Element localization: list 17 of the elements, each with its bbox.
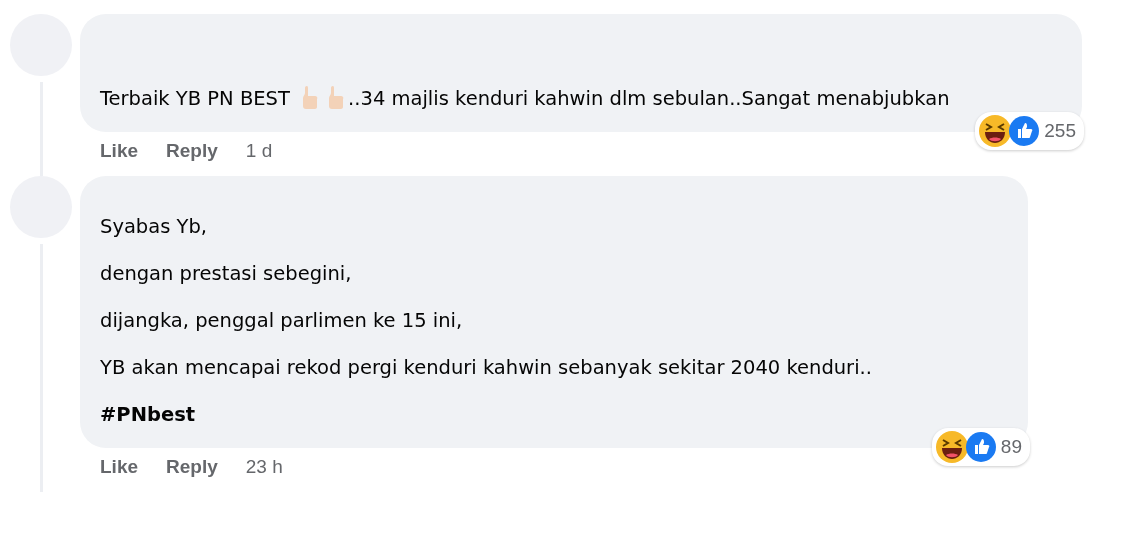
- reaction-summary[interactable]: 255: [975, 112, 1084, 150]
- reaction-summary[interactable]: 89: [931, 428, 1030, 466]
- comment-text: YB akan mencapai rekod pergi kenduri kahwin sebanyak sekitar 2040 kenduri..: [100, 355, 873, 381]
- timestamp[interactable]: 23 h: [245, 456, 283, 478]
- like-link[interactable]: Like: [100, 140, 139, 162]
- laughing-face-icon: [934, 430, 969, 464]
- laughing-face-icon: [978, 114, 1013, 148]
- like-link[interactable]: Like: [100, 456, 139, 478]
- reply-link[interactable]: Reply: [166, 140, 218, 162]
- reply-link[interactable]: Reply: [166, 456, 218, 478]
- comment-text: Syabas Yb,: [100, 214, 209, 240]
- timestamp[interactable]: 1 d: [245, 140, 273, 162]
- thumbs-up-icon: [1008, 115, 1041, 147]
- comment-text: dijangka, penggal parlimen ke 15 ini,: [100, 308, 464, 334]
- thumbs-up-icon: [964, 431, 997, 463]
- hashtag: #PNbest: [100, 402, 197, 428]
- comment-text: dengan prestasi sebegini,: [100, 261, 353, 287]
